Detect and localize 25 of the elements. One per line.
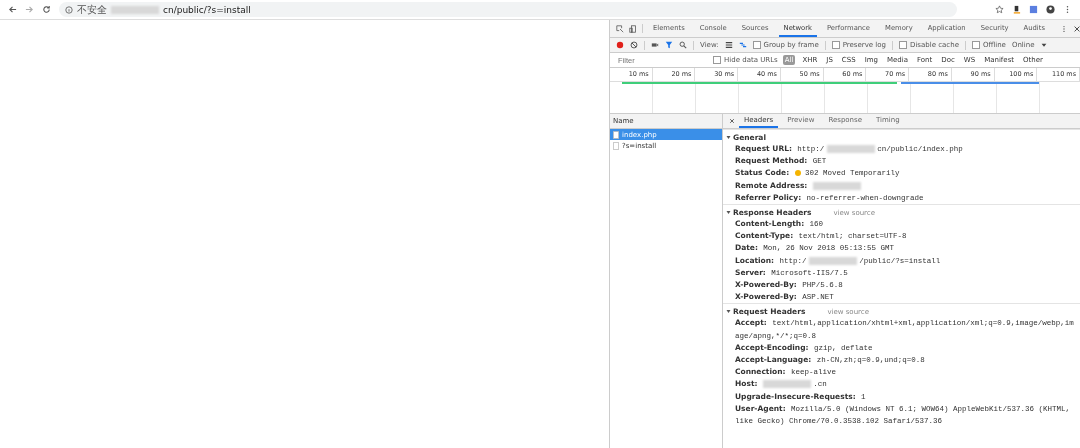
search-icon[interactable] [679,41,687,49]
status-dot [794,170,801,177]
caret-icon [726,210,731,215]
caret-icon [726,135,731,140]
close-icon[interactable] [1072,24,1080,33]
caret-icon [726,309,731,315]
list-view-icon[interactable] [724,41,733,49]
inspect-icon[interactable] [616,24,624,33]
camera-icon[interactable] [651,41,659,49]
reload-icon[interactable] [42,5,51,14]
back-icon[interactable] [8,5,17,14]
extension-icon[interactable] [1012,5,1021,14]
waterfall-icon[interactable] [738,41,747,49]
device-icon[interactable] [629,24,637,33]
url-text: cn/public/?s=install [163,4,251,15]
filter-icon[interactable] [665,41,673,49]
address-bar[interactable]: 不安全 cn/public/?s=install [59,2,957,17]
star-icon[interactable] [995,5,1004,14]
caret-icon[interactable] [1040,42,1047,48]
security-label: 不安全 [77,2,107,17]
clear-icon[interactable] [630,41,638,49]
profile-icon[interactable] [1046,5,1055,14]
close-icon[interactable] [729,118,735,124]
info-icon [65,5,73,14]
record-icon[interactable] [616,41,624,49]
